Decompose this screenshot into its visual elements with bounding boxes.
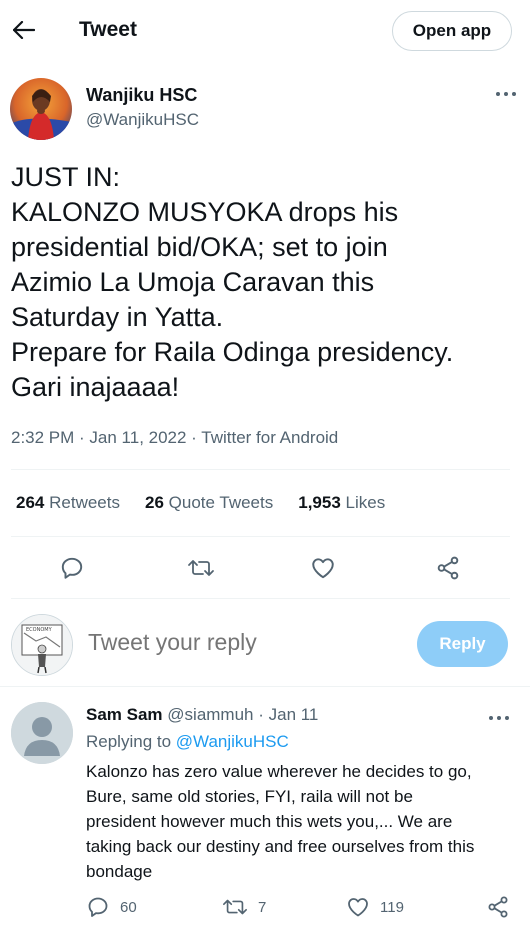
reply-count: 60: [120, 898, 137, 916]
reply-line: president however much this wets you,...…: [86, 812, 453, 831]
top-bar: Tweet Open app: [0, 0, 530, 62]
likes-stat[interactable]: 1,953 Likes: [298, 493, 385, 513]
author-name[interactable]: Wanjiku HSC: [86, 85, 197, 106]
retweets-count: 264: [16, 493, 45, 512]
replying-to: Replying to @WanjikuHSC: [86, 732, 289, 752]
reply-author-avatar[interactable]: [11, 702, 73, 764]
tweet-line: Saturday in Yatta.: [11, 302, 224, 332]
user-avatar[interactable]: ECONOMY: [11, 614, 73, 676]
tweet-author: Wanjiku HSC @WanjikuHSC: [10, 78, 520, 140]
share-icon: [488, 896, 508, 918]
retweet-count: 7: [258, 898, 267, 916]
reply-line: Kalonzo has zero value wherever he decid…: [86, 762, 472, 781]
like-icon[interactable]: [303, 548, 343, 588]
replying-prefix: Replying to: [86, 732, 172, 751]
reply-handle-time[interactable]: @siammuh · Jan 11: [167, 705, 318, 724]
reply-text: Kalonzo has zero value wherever he decid…: [86, 759, 518, 884]
tweet-line: Prepare for Raila Odinga presidency.: [11, 337, 454, 367]
quotes-label: Quote Tweets: [168, 493, 274, 512]
retweets-label: Retweets: [49, 493, 120, 512]
svg-text:ECONOMY: ECONOMY: [26, 627, 53, 633]
reply-reply-button[interactable]: 60: [86, 892, 137, 922]
reply-line: taking back our destiny and free ourselv…: [86, 837, 475, 856]
quote-tweets-stat[interactable]: 26 Quote Tweets: [145, 493, 273, 513]
open-app-button[interactable]: Open app: [392, 11, 512, 51]
replying-handle-link[interactable]: @WanjikuHSC: [176, 732, 289, 751]
tweet-actions: [0, 548, 530, 588]
reply-header: Sam Sam @siammuh · Jan 11: [86, 705, 318, 725]
more-options-icon[interactable]: [492, 84, 520, 104]
page-title: Tweet: [79, 18, 137, 41]
tweet-text: JUST IN: KALONZO MUSYOKA drops his presi…: [11, 160, 516, 405]
tweet-line: KALONZO MUSYOKA drops his: [11, 197, 399, 227]
reply-retweet-button[interactable]: 7: [222, 892, 266, 922]
like-icon: [348, 898, 368, 917]
back-arrow-icon[interactable]: [10, 16, 38, 44]
reply-like-button[interactable]: 119: [346, 892, 404, 922]
author-avatar[interactable]: [10, 78, 72, 140]
tweet-line: Azimio La Umoja Caravan this: [11, 267, 375, 297]
reply-button[interactable]: Reply: [417, 621, 508, 667]
reply-actions: 60 7 119: [0, 892, 530, 922]
tweet-line: presidential bid/OKA; set to join: [11, 232, 388, 262]
tweet-line: Gari inajaaaa!: [11, 372, 180, 402]
like-count: 119: [380, 898, 404, 916]
divider: [11, 536, 510, 537]
reply-author-name[interactable]: Sam Sam: [86, 705, 163, 724]
likes-label: Likes: [345, 493, 386, 512]
reply-input[interactable]: [88, 629, 388, 656]
reply-more-icon[interactable]: [485, 708, 513, 728]
reply-line: Bure, same old stories, FYI, raila will …: [86, 787, 413, 806]
reply-composer: ECONOMY Reply: [0, 607, 530, 683]
tweet-stats: 264 Retweets 26 Quote Tweets 1,953 Likes: [16, 493, 410, 513]
retweet-icon: [223, 899, 247, 915]
tweet-timestamp[interactable]: 2:32 PM · Jan 11, 2022 · Twitter for And…: [11, 428, 338, 448]
divider: [11, 598, 510, 599]
divider: [11, 469, 510, 470]
author-handle[interactable]: @WanjikuHSC: [86, 110, 199, 130]
divider: [0, 686, 530, 687]
retweet-icon[interactable]: [181, 548, 221, 588]
tweet-line: JUST IN:: [11, 162, 121, 192]
reply-icon[interactable]: [52, 548, 92, 588]
reply-share-button[interactable]: [486, 892, 510, 922]
reply-icon: [88, 897, 108, 917]
reply-tweet[interactable]: Sam Sam @siammuh · Jan 11 Replying to @W…: [0, 692, 530, 925]
share-icon[interactable]: [428, 548, 468, 588]
reply-line: bondage: [86, 862, 153, 881]
retweets-stat[interactable]: 264 Retweets: [16, 493, 120, 513]
likes-count: 1,953: [298, 493, 341, 512]
quotes-count: 26: [144, 493, 164, 512]
